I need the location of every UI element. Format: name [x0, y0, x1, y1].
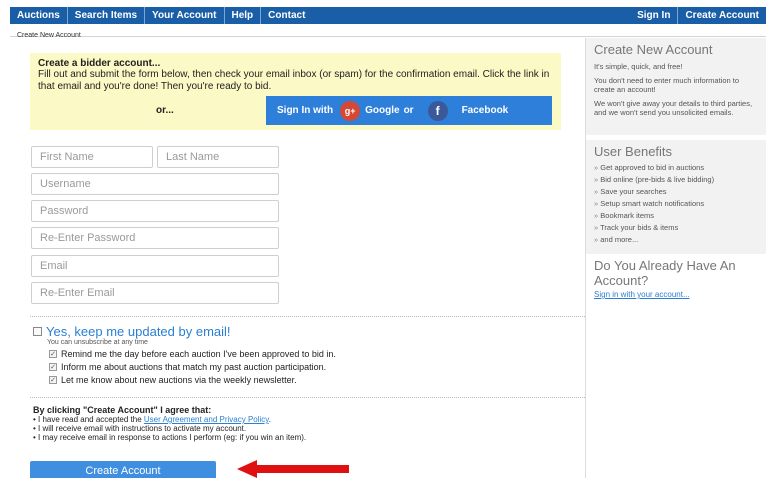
create-account-button[interactable]: Create Account — [30, 461, 216, 478]
sidebar-create-title: Create New Account — [594, 42, 713, 57]
list-item: Get approved to bid in auctions — [594, 162, 759, 174]
option-inform[interactable]: ✓ Inform me about auctions that match my… — [49, 362, 336, 372]
red-arrow-icon — [237, 460, 349, 478]
list-item: Bid online (pre-bids & live bidding) — [594, 174, 759, 186]
nav-create-account[interactable]: Create Account — [678, 7, 766, 24]
username-field[interactable]: Username — [31, 173, 279, 195]
nav-contact[interactable]: Contact — [261, 7, 312, 24]
agreement-list: I have read and accepted the User Agreem… — [33, 415, 306, 442]
list-item: and more... — [594, 234, 759, 246]
google-label[interactable]: Google — [365, 105, 399, 116]
social-or-label: or — [403, 105, 414, 116]
list-item: Setup smart watch notifications — [594, 198, 759, 210]
agreement-item: I have read and accepted the User Agreem… — [33, 415, 306, 424]
agreement-section: By clicking "Create Account" I agree tha… — [33, 405, 306, 442]
password-field[interactable]: Password — [31, 200, 279, 222]
keep-updated-label[interactable]: Yes, keep me updated by email! — [46, 324, 231, 339]
nav-sign-in[interactable]: Sign In — [630, 7, 679, 24]
agreement-item: I will receive email with instructions t… — [33, 424, 306, 433]
re-enter-email-field[interactable]: Re-Enter Email — [31, 282, 279, 304]
inform-checkbox[interactable]: ✓ — [49, 363, 57, 371]
list-item: Save your searches — [594, 186, 759, 198]
divider — [30, 316, 585, 317]
sidebar-create-p2: You don't need to enter much information… — [594, 76, 740, 94]
nav-your-account[interactable]: Your Account — [145, 7, 225, 24]
breadcrumb-bar: Create New Account — [10, 24, 766, 39]
re-enter-password-field[interactable]: Re-Enter Password — [31, 227, 279, 249]
keep-updated-checkbox[interactable] — [33, 327, 42, 336]
agreement-item: I may receive email in response to actio… — [33, 433, 306, 442]
sidebar-benefits-title: User Benefits — [594, 144, 673, 159]
first-name-field[interactable]: First Name — [31, 146, 153, 168]
updates-section: Yes, keep me updated by email! You can u… — [33, 324, 336, 385]
sidebar-have-account-section: Do You Already Have An Account? Sign in … — [586, 254, 766, 314]
list-item: Bookmark items — [594, 210, 759, 222]
option-newsletter-label: Let me know about new auctions via the w… — [61, 375, 297, 385]
sidebar-have-account-title: Do You Already Have An Account? — [594, 258, 736, 288]
option-remind-label: Remind me the day before each auction I'… — [61, 349, 336, 359]
breadcrumb: Create New Account — [17, 32, 81, 39]
email-field[interactable]: Email — [31, 255, 279, 277]
sidebar-create-section: Create New Account It's simple, quick, a… — [586, 38, 766, 135]
promo-title: Create a bidder account... — [38, 58, 161, 69]
divider — [30, 397, 585, 398]
option-inform-label: Inform me about auctions that match my p… — [61, 362, 327, 372]
social-sign-in-button[interactable]: Sign In with g+ Google or f Facebook — [266, 96, 552, 125]
user-agreement-link[interactable]: User Agreement and Privacy Policy — [144, 415, 269, 424]
agreement-title: By clicking "Create Account" I agree tha… — [33, 405, 212, 415]
promo-text: Fill out and submit the form below, then… — [38, 69, 550, 92]
benefits-list: Get approved to bid in auctions Bid onli… — [594, 162, 759, 246]
newsletter-checkbox[interactable]: ✓ — [49, 376, 57, 384]
nav-auctions[interactable]: Auctions — [10, 7, 68, 24]
agreement-item-end: . — [268, 415, 271, 424]
google-plus-icon: g+ — [340, 100, 361, 121]
sidebar-create-p1: It's simple, quick, and free! — [594, 62, 683, 71]
agreement-item-text: I have read and accepted the — [38, 415, 144, 424]
promo-box: Create a bidder account... Fill out and … — [30, 53, 561, 130]
sidebar: Create New Account It's simple, quick, a… — [585, 38, 766, 478]
unsubscribe-note: You can unsubscribe at any time — [47, 339, 148, 346]
top-nav: Auctions Search Items Your Account Help … — [10, 7, 766, 24]
nav-search-items[interactable]: Search Items — [68, 7, 146, 24]
sign-in-link[interactable]: Sign in with your account... — [594, 290, 759, 299]
sign-in-with-label: Sign In with — [277, 105, 334, 116]
or-label: or... — [156, 105, 174, 116]
option-remind[interactable]: ✓ Remind me the day before each auction … — [49, 349, 336, 359]
list-item: Track your bids & items — [594, 222, 759, 234]
option-newsletter[interactable]: ✓ Let me know about new auctions via the… — [49, 375, 336, 385]
nav-help[interactable]: Help — [225, 7, 262, 24]
last-name-field[interactable]: Last Name — [157, 146, 279, 168]
nav-left: Auctions Search Items Your Account Help … — [10, 7, 312, 24]
facebook-icon: f — [427, 100, 448, 121]
remind-checkbox[interactable]: ✓ — [49, 350, 57, 358]
nav-right: Sign In Create Account — [630, 7, 766, 24]
facebook-label[interactable]: Facebook — [462, 105, 509, 116]
sidebar-create-p3: We won't give away your details to third… — [594, 99, 753, 117]
